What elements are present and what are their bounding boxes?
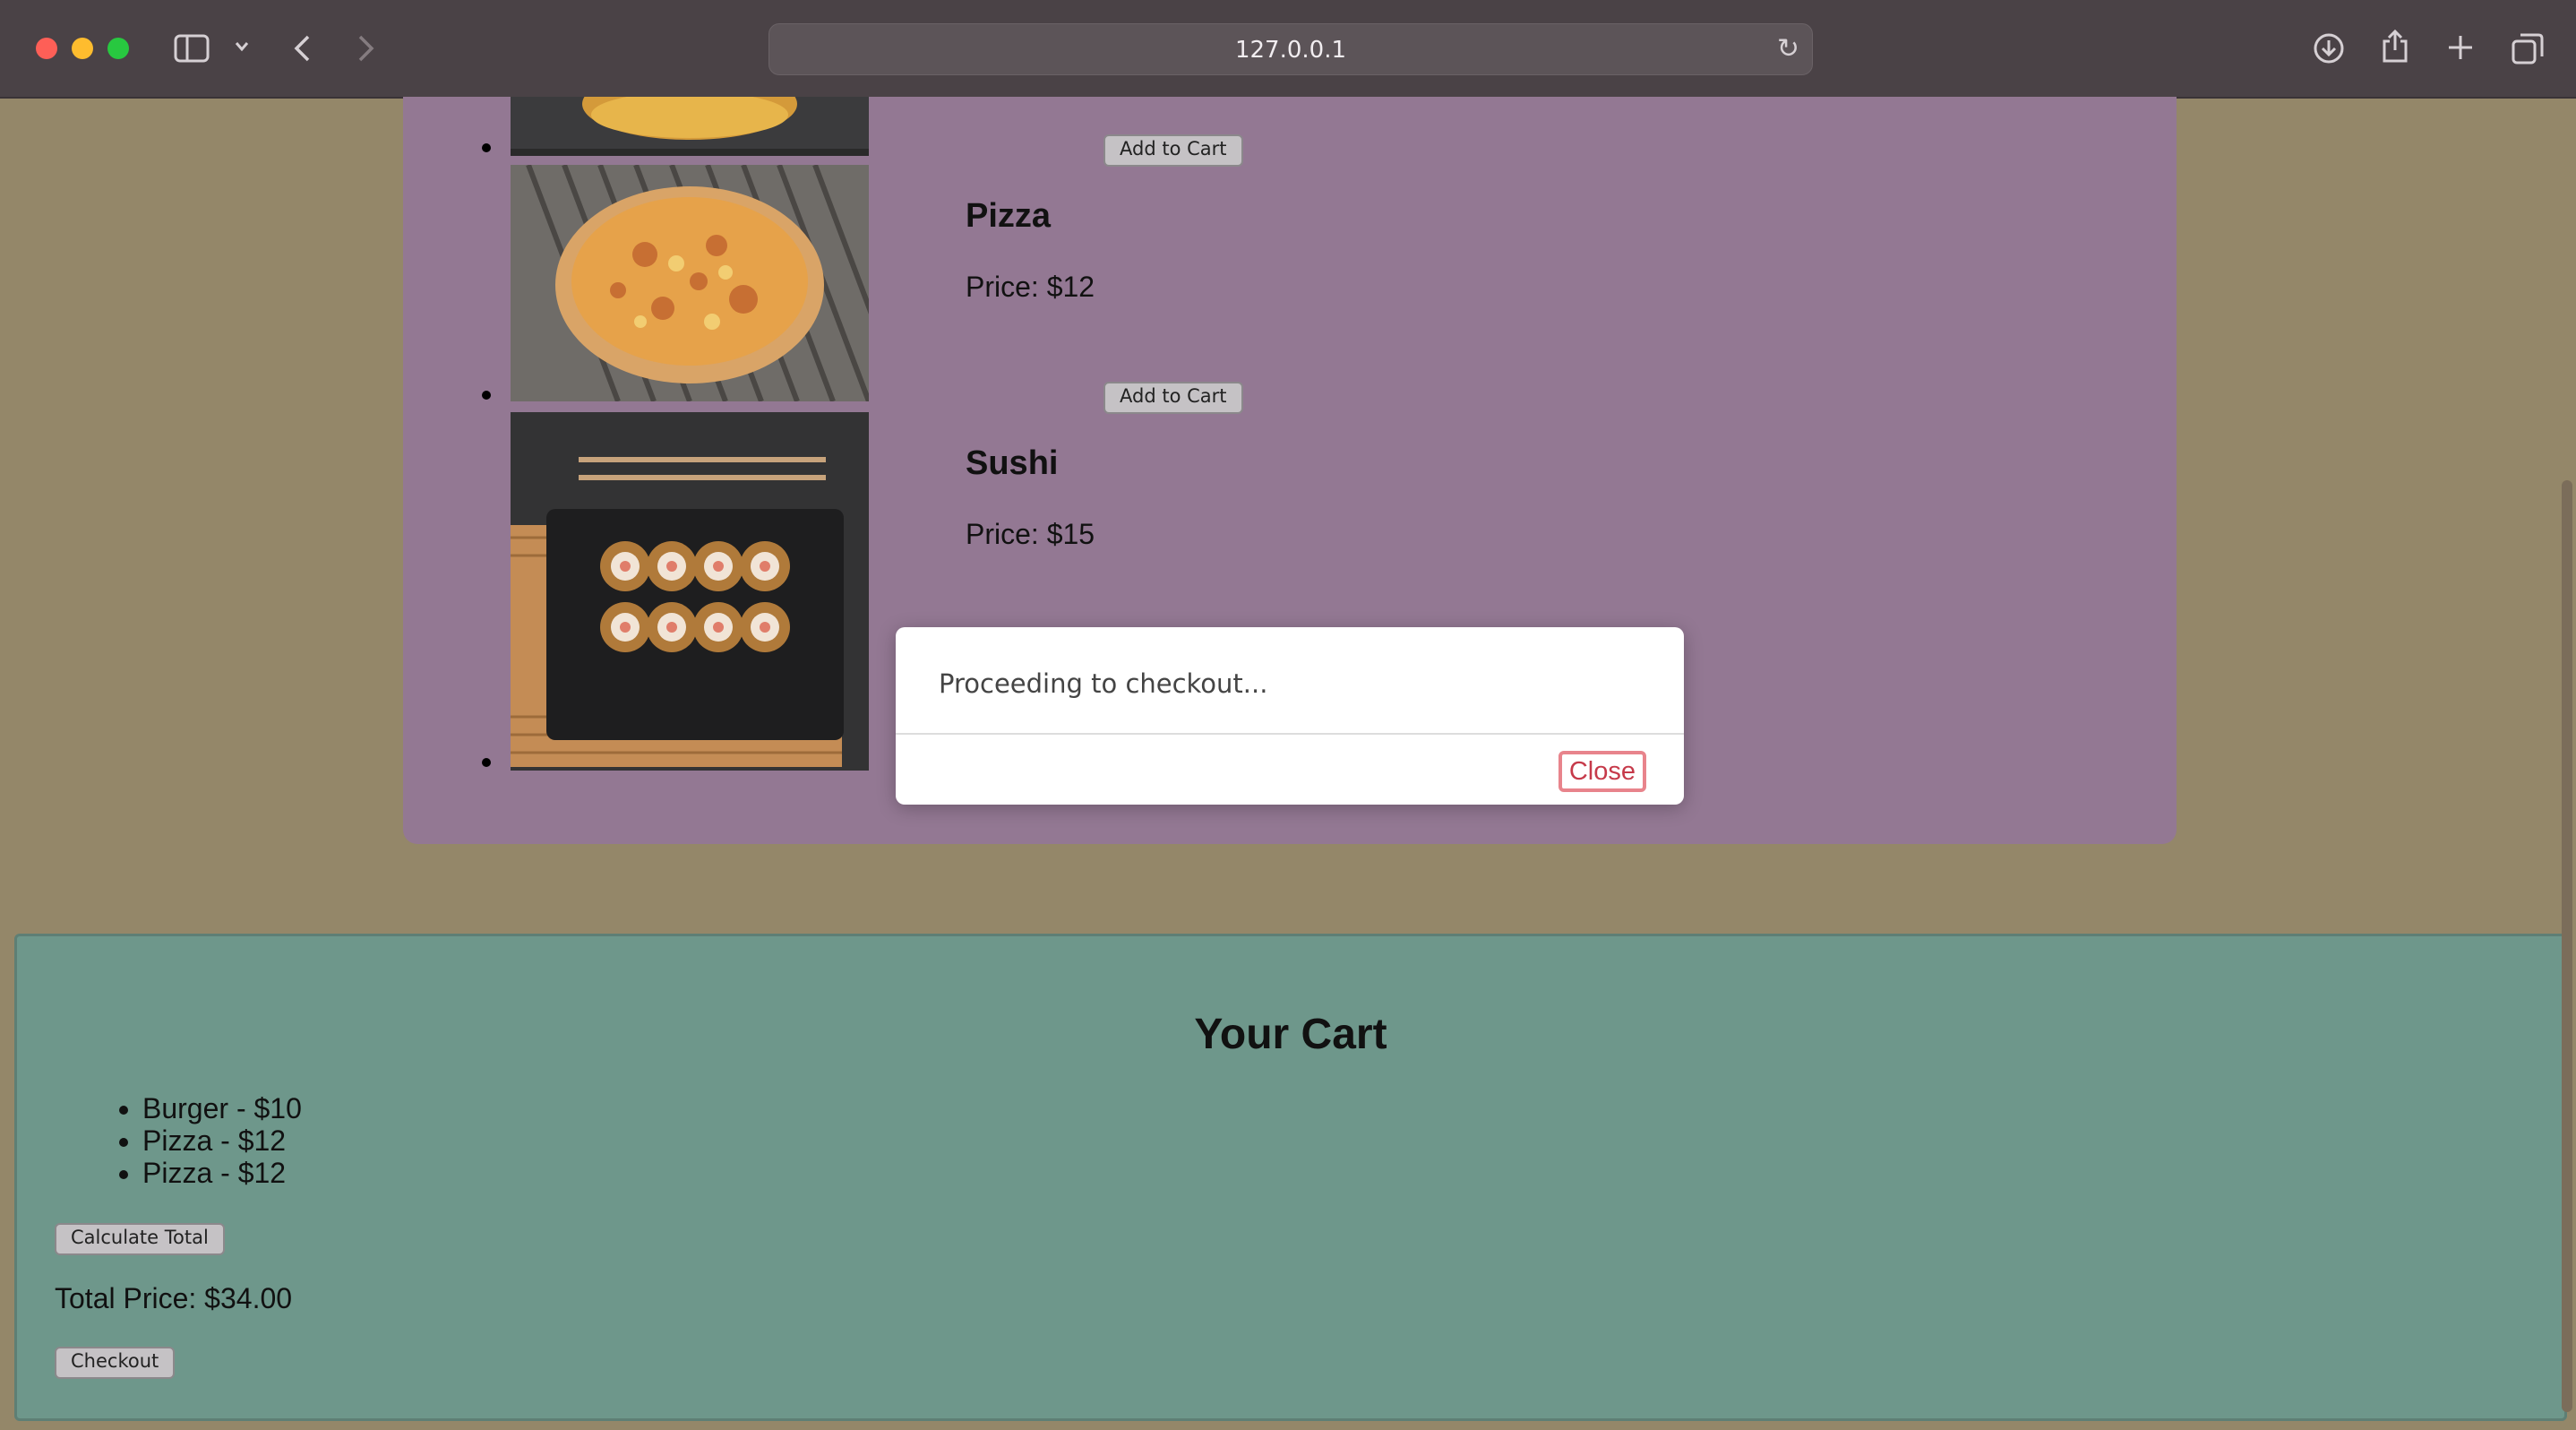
burger-image [511, 97, 869, 156]
browser-toolbar: 127.0.0.1 ↻ [0, 0, 2576, 99]
maximize-window-button[interactable] [107, 38, 129, 59]
close-button[interactable]: Close [1558, 751, 1646, 792]
address-bar[interactable]: 127.0.0.1 ↻ [769, 23, 1813, 75]
modal-divider [896, 733, 1684, 735]
item-price-sushi: Price: $15 [966, 518, 1095, 550]
list-bullet [482, 758, 491, 767]
checkout-button[interactable]: Checkout [55, 1347, 176, 1379]
cart-list: Burger - $10 Pizza - $12 Pizza - $12 [53, 1092, 302, 1189]
chevron-down-icon[interactable] [235, 41, 249, 52]
new-tab-icon[interactable] [2447, 34, 2474, 61]
calculate-total-button[interactable]: Calculate Total [55, 1223, 225, 1255]
add-to-cart-button[interactable]: Add to Cart [1103, 382, 1243, 414]
forward-icon[interactable] [356, 34, 376, 63]
url-text: 127.0.0.1 [1234, 37, 1347, 64]
add-to-cart-button[interactable]: Add to Cart [1103, 134, 1243, 167]
sushi-image [511, 412, 869, 771]
item-name-pizza: Pizza [966, 197, 1052, 235]
cart-title: Your Cart [1194, 1011, 1387, 1058]
cart-item: Pizza - $12 [142, 1124, 302, 1157]
cart-section: Your Cart Burger - $10 Pizza - $12 Pizza… [14, 934, 2567, 1421]
modal-message: Proceeding to checkout... [939, 668, 1268, 699]
checkout-modal: Proceeding to checkout... Close [896, 627, 1684, 805]
total-price: Total Price: $34.00 [55, 1282, 293, 1314]
share-icon[interactable] [2381, 29, 2409, 65]
minimize-window-button[interactable] [72, 38, 93, 59]
list-bullet [482, 143, 491, 152]
list-bullet [482, 391, 491, 400]
tab-overview-icon[interactable] [2512, 32, 2544, 65]
cart-item: Burger - $10 [142, 1092, 302, 1124]
pizza-image [511, 165, 869, 401]
close-window-button[interactable] [36, 38, 57, 59]
item-price-pizza: Price: $12 [966, 271, 1095, 303]
sidebar-icon[interactable] [174, 34, 210, 63]
back-icon[interactable] [292, 34, 312, 63]
item-name-sushi: Sushi [966, 444, 1059, 482]
page-scrollbar[interactable] [2562, 480, 2572, 1412]
cart-item: Pizza - $12 [142, 1157, 302, 1189]
download-icon[interactable] [2313, 32, 2345, 65]
reload-icon[interactable]: ↻ [1777, 33, 1799, 65]
